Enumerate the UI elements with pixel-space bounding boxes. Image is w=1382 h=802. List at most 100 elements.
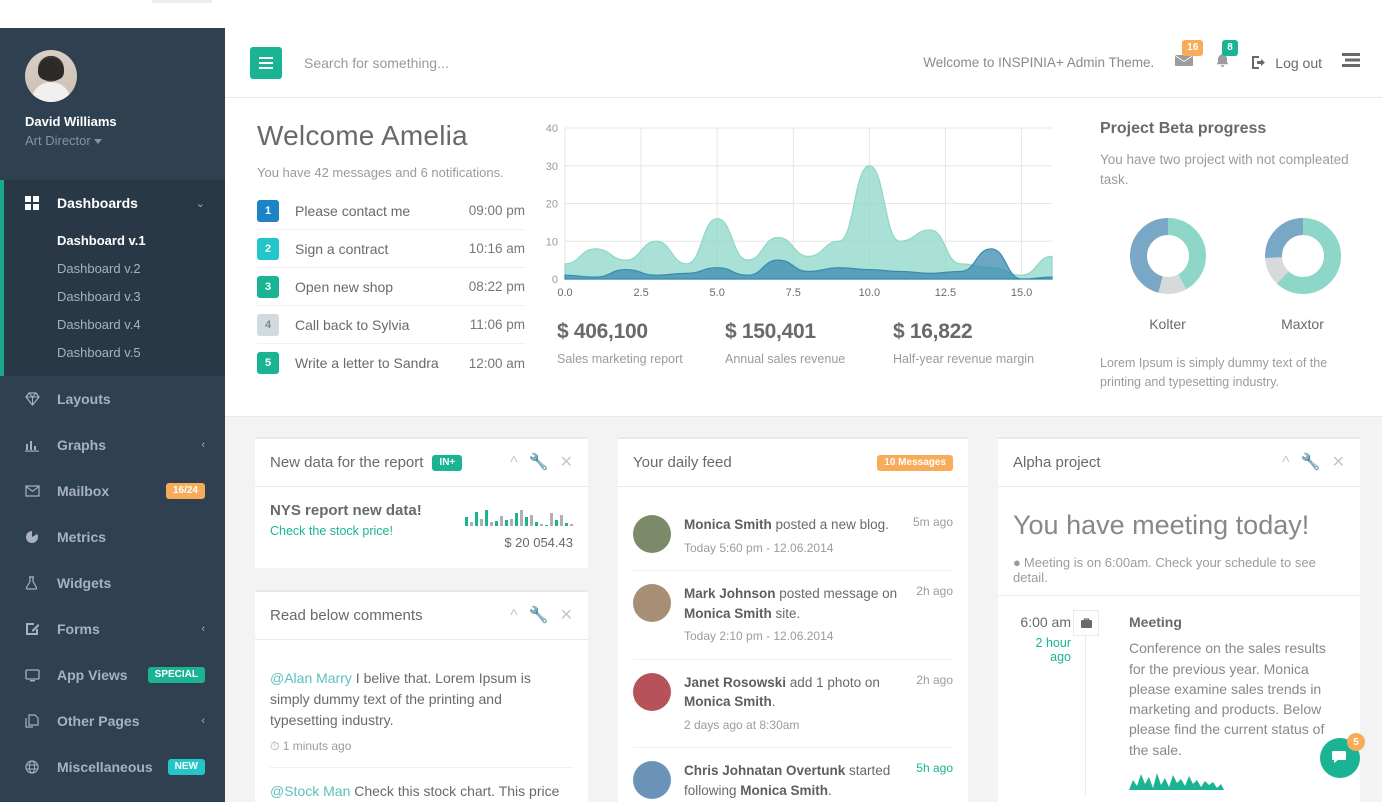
sidebar-item-mailbox[interactable]: Mailbox 16/24 <box>0 468 225 514</box>
sidebar-item-label: Layouts <box>57 391 111 407</box>
comment-user[interactable]: @Stock Man <box>270 783 350 799</box>
sidebar-item-dashboard-v-2[interactable]: Dashboard v.2 <box>0 254 225 282</box>
message-row[interactable]: 2 Sign a contract 10:16 am <box>257 230 525 268</box>
close-icon[interactable]: ✕ <box>560 454 573 471</box>
message-text: Sign a contract <box>295 240 389 257</box>
feed-actor[interactable]: Janet Rosowski <box>684 675 786 690</box>
chevron-up-icon[interactable]: ^ <box>1282 454 1290 471</box>
feed-actor[interactable]: Mark Johnson <box>684 586 776 601</box>
feed-time: 5m ago <box>912 515 953 530</box>
sidebar-item-dashboard-v-3[interactable]: Dashboard v.3 <box>0 282 225 310</box>
message-row[interactable]: 1 Please contact me 09:00 pm <box>257 192 525 230</box>
chevron-up-icon[interactable]: ^ <box>510 454 518 471</box>
message-text: Write a letter to Sandra <box>295 355 439 371</box>
message-number: 5 <box>257 352 279 374</box>
comment-item: @Stock Man Check this stock chart. This … <box>270 768 573 802</box>
menu-toggle-button[interactable] <box>250 46 282 79</box>
donut-label: Kolter <box>1149 315 1186 332</box>
svg-text:30: 30 <box>546 161 558 173</box>
avatar <box>633 761 671 800</box>
search-input[interactable] <box>304 54 724 71</box>
sparkline-bar <box>560 515 563 527</box>
sidebar-profile[interactable]: David Williams Art Director <box>0 28 225 158</box>
sidebar-item-forms[interactable]: Forms ‹ <box>0 606 225 652</box>
sidebar-item-miscellaneous[interactable]: Miscellaneous NEW <box>0 744 225 790</box>
comment-text: @Stock Man Check this stock chart. This … <box>270 783 560 800</box>
sidebar-item-label: Dashboards <box>57 195 138 211</box>
chevron-icon: ‹ <box>201 623 205 635</box>
logout-icon <box>1252 56 1266 69</box>
edit-icon <box>25 622 45 636</box>
wrench-icon[interactable]: 🔧 <box>1301 454 1321 471</box>
sidebar-item-dashboard-v-5[interactable]: Dashboard v.5 <box>0 338 225 366</box>
donut-label: Maxtor <box>1281 315 1324 332</box>
panel-comments-title: Read below comments <box>270 607 423 625</box>
message-time: 08:22 pm <box>468 279 525 294</box>
feed-item: Chris Johnatan Overtunk started followin… <box>633 748 953 802</box>
message-time: 11:06 pm <box>469 317 525 332</box>
sidebar-item-dashboard-v-4[interactable]: Dashboard v.4 <box>0 310 225 338</box>
close-icon[interactable]: ✕ <box>1332 454 1345 471</box>
sidebar-item-other-pages[interactable]: Other Pages ‹ <box>0 698 225 744</box>
timeline-sparkline <box>1129 773 1224 791</box>
mail-badge: 16 <box>1182 40 1204 56</box>
feed-item: Mark Johnson posted message on Monica Sm… <box>633 571 953 660</box>
sidebar-item-badge: SPECIAL <box>147 667 205 683</box>
sparkline-bar <box>570 524 573 527</box>
timeline-ago: 2 hour ago <box>1035 636 1071 665</box>
chat-button[interactable]: 5 <box>1320 733 1365 778</box>
timeline-text: Conference on the sales results for the … <box>1129 640 1326 758</box>
sparkline-chart <box>465 502 573 527</box>
profile-role[interactable]: Art Director <box>25 133 200 148</box>
message-row[interactable]: 5 Write a letter to Sandra 12:00 am <box>257 344 525 382</box>
report-info: NYS report new data! Check the stock pri… <box>270 502 422 538</box>
sidebar-item-metrics[interactable]: Metrics <box>0 514 225 560</box>
comment-user[interactable]: @Alan Marry <box>270 670 352 686</box>
feed-body: Janet Rosowski add 1 photo on Monica Smi… <box>684 673 910 735</box>
sparkline-bar <box>480 519 483 527</box>
close-icon[interactable]: ✕ <box>560 607 573 624</box>
app-root: David Williams Art Director Dashboards ⌄ D… <box>0 0 1382 802</box>
feed-target[interactable]: Monica Smith <box>684 606 772 621</box>
stat-item: $ 150,401 Annual sales revenue <box>725 320 893 366</box>
message-number: 1 <box>257 199 279 222</box>
timeline-hour: 6:00 am <box>1020 614 1071 631</box>
report-link[interactable]: Check the stock price! <box>270 524 422 538</box>
logout-button[interactable]: Log out <box>1251 55 1322 71</box>
sparkline-bar <box>565 523 568 527</box>
wrench-icon[interactable]: 🔧 <box>529 607 549 624</box>
sidebar-item-label: Graphs <box>57 437 107 453</box>
message-row[interactable]: 4 Call back to Sylvia 11:06 pm <box>257 306 525 344</box>
panel-tools: ^ 🔧 ✕ <box>1282 454 1345 471</box>
bar-chart-icon <box>25 438 45 452</box>
feed-target[interactable]: Monica Smith <box>740 783 828 798</box>
sidebar-item-dashboard-v-1[interactable]: Dashboard v.1 <box>0 226 225 254</box>
stats-row: $ 406,100 Sales marketing report $ 150,401… <box>535 320 1070 366</box>
feed-actor[interactable]: Chris Johnatan Overtunk <box>684 763 845 778</box>
sidebar-item-app-views[interactable]: App Views SPECIAL <box>0 652 225 698</box>
avatar <box>633 515 671 554</box>
mail-button[interactable]: 16 <box>1174 40 1204 73</box>
feed-meta: Today 2:10 pm - 12.06.2014 <box>684 629 834 644</box>
sidebar-item-dashboards[interactable]: Dashboards ⌄ <box>0 180 225 226</box>
feed-target[interactable]: Monica Smith <box>684 694 772 709</box>
feed-time: 2h ago <box>916 584 953 599</box>
sidebar-item-layouts[interactable]: Layouts <box>0 376 225 422</box>
timeline-title: Meeting <box>1129 614 1182 631</box>
right-sidebar-toggle[interactable] <box>1342 53 1360 72</box>
sidebar-item-widgets[interactable]: Widgets <box>0 560 225 606</box>
sidebar-nav: Dashboards ⌄ Dashboard v.1 Dashboard v.2 Das… <box>0 180 225 790</box>
sidebar: David Williams Art Director Dashboards ⌄ D… <box>0 28 225 802</box>
stat-label: Half-year revenue margin <box>893 352 1035 366</box>
sparkline-bar <box>490 522 493 527</box>
panel-new-data: New data for the report IN+ ^ 🔧 ✕ NYS re… <box>255 437 588 569</box>
briefcase-icon <box>1073 610 1099 637</box>
notifications-button[interactable]: 8 <box>1214 39 1238 74</box>
chevron-up-icon[interactable]: ^ <box>510 607 518 624</box>
feed-actor[interactable]: Monica Smith <box>684 517 772 532</box>
project-beta-panel: Project Beta progress You have two proje… <box>1070 120 1370 392</box>
wrench-icon[interactable]: 🔧 <box>529 454 549 471</box>
sidebar-item-graphs[interactable]: Graphs ‹ <box>0 422 225 468</box>
timeline-time: 6:00 am 2 hour ago <box>1013 614 1085 795</box>
message-row[interactable]: 3 Open new shop 08:22 pm <box>257 268 525 306</box>
